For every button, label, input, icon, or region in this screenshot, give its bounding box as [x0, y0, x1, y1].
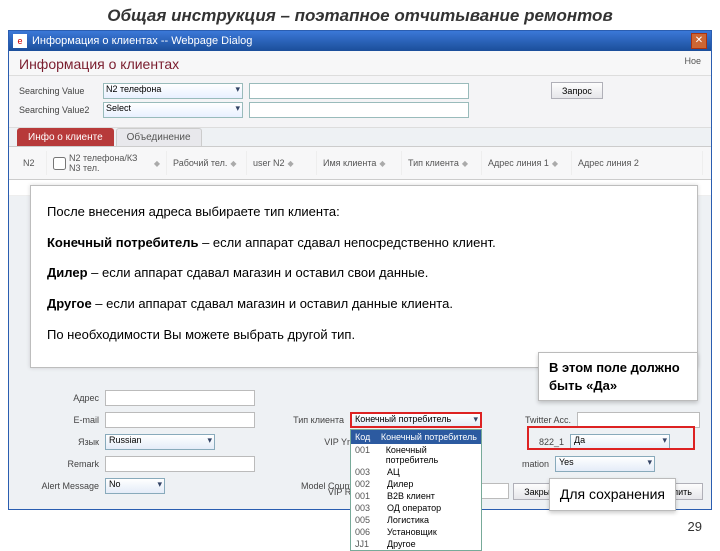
client-type-dropdown[interactable]: Код Конечный потребитель 001Конечный потр… [350, 429, 482, 551]
remark-input[interactable] [105, 456, 255, 472]
callout-field-yes: В этом поле должно быть «Да» [538, 352, 698, 401]
ov-line5: По необходимости Вы можете выбрать друго… [47, 323, 681, 348]
address-input[interactable] [105, 390, 255, 406]
col-user[interactable]: user N2 [253, 158, 285, 168]
lbl-email: E-mail [19, 415, 99, 425]
dd-head-name: Конечный потребитель [381, 432, 477, 442]
ov-line1: После внесения адреса выбираете тип клие… [47, 200, 681, 225]
email-input[interactable] [105, 412, 255, 428]
dd-opt-002[interactable]: 002Дилер [351, 478, 481, 490]
callout-save: Для сохранения [549, 478, 676, 511]
titlebar: e Информация о клиентах -- Webpage Dialo… [9, 31, 711, 51]
col-addr2[interactable]: Адрес линия 2 [578, 158, 639, 168]
lbl-address: Адрес [19, 393, 99, 403]
search-panel: Searching Value N2 телефона Запрос Searc… [9, 76, 711, 128]
lbl-vip: VIP Yn [287, 437, 352, 447]
ov-line4: Другое – если аппарат сдавал магазин и о… [47, 292, 681, 317]
lbl-alert: Alert Message [19, 481, 99, 491]
lbl-priv2: mation [509, 459, 549, 469]
lbl-lang: Язык [19, 437, 99, 447]
tab-client-info[interactable]: Инфо о клиенте [17, 128, 114, 146]
page-number: 29 [688, 519, 702, 534]
ov-line2: Конечный потребитель – если аппарат сдав… [47, 231, 681, 256]
ov-line3: Дилер – если аппарат сдавал магазин и ос… [47, 261, 681, 286]
search-input-2[interactable] [249, 102, 469, 118]
dd-opt-001[interactable]: 001Конечный потребитель [351, 444, 481, 466]
col-name[interactable]: Имя клиента [323, 158, 376, 168]
dd-head-code: Код [355, 432, 370, 442]
dd-opt-003[interactable]: 003АЦ [351, 466, 481, 478]
alert-select[interactable]: No [105, 478, 165, 494]
col-workphone[interactable]: Рабочий тел. [173, 158, 227, 168]
search-input-1[interactable] [249, 83, 469, 99]
search-select-2[interactable]: Select [103, 102, 243, 118]
search-label-1: Searching Value [19, 86, 97, 96]
search-button[interactable]: Запрос [551, 82, 603, 99]
ie-icon: e [13, 34, 27, 48]
lbl-twitter: Twitter Acc. [506, 415, 571, 425]
help-link[interactable]: Hoe [684, 56, 701, 72]
dd-opt-log[interactable]: 005Логистика [351, 514, 481, 526]
col-phone[interactable]: N2 телефона/КЗ N3 тел. [69, 153, 151, 173]
tab-merge[interactable]: Объединение [116, 128, 202, 146]
col-num[interactable]: N2 [23, 158, 35, 168]
dd-opt-inst[interactable]: 006Установщик [351, 526, 481, 538]
col-addr1[interactable]: Адрес линия 1 [488, 158, 549, 168]
col-check[interactable] [53, 157, 66, 170]
page-heading: Информация о клиентах Hoe [9, 51, 711, 76]
dd-opt-b2b[interactable]: 001B2B клиент [351, 490, 481, 502]
lbl-remark: Remark [19, 459, 99, 469]
grid-header: N2 N2 телефона/КЗ N3 тел.◆ Рабочий тел.◆… [9, 146, 711, 180]
search-select-1[interactable]: N2 телефона [103, 83, 243, 99]
lang-select[interactable]: Russian [105, 434, 215, 450]
heading-text: Информация о клиентах [19, 56, 179, 72]
highlight-priv-yes [527, 426, 695, 450]
priv2-select[interactable]: Yes [555, 456, 655, 472]
client-type-select[interactable]: Конечный потребитель [350, 412, 482, 428]
col-type[interactable]: Тип клиента [408, 158, 459, 168]
slide-title: Общая инструкция – поэтапное отчитывание… [0, 0, 720, 30]
search-label-2: Searching Value2 [19, 105, 97, 115]
window-title: Информация о клиентах -- Webpage Dialog [32, 35, 252, 47]
dd-opt-od[interactable]: 003ОД оператор [351, 502, 481, 514]
instruction-overlay: После внесения адреса выбираете тип клие… [30, 185, 698, 368]
close-icon[interactable]: ✕ [691, 33, 707, 49]
lbl-type: Тип клиента [279, 415, 344, 425]
tabs: Инфо о клиенте Объединение [9, 128, 711, 146]
